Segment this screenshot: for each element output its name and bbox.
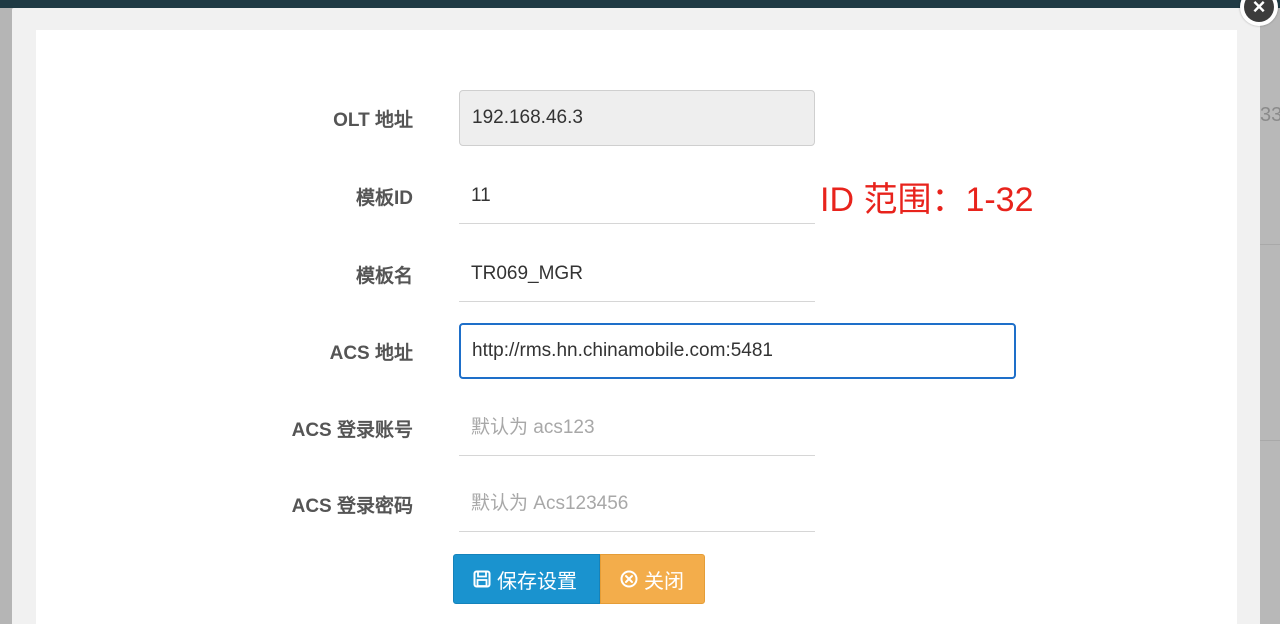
form-row-template-name: 模板名 [0,246,1280,306]
form-row-acs-password: ACS 登录密码 [0,476,1280,536]
acs-account-label: ACS 登录账号 [291,419,413,441]
save-settings-button[interactable]: 保存设置 [453,554,600,604]
olt-address-field[interactable] [459,90,815,146]
close-button[interactable]: 关闭 [600,554,705,604]
form-row-acs-address: ACS 地址 [0,323,1280,383]
olt-address-label: OLT 地址 [333,109,413,131]
form-actions: 保存设置 关闭 [453,554,705,604]
acs-account-field[interactable] [459,400,815,456]
template-name-field[interactable] [459,246,815,302]
form-row-olt-address: OLT 地址 [0,90,1280,150]
template-id-label: 模板ID [355,187,413,209]
form-row-template-id: 模板ID ID 范围：1-32 [0,168,1280,228]
close-icon: × [1244,0,1274,22]
acs-password-field[interactable] [459,476,815,532]
acs-address-field[interactable] [459,323,1016,379]
template-id-field[interactable] [459,168,815,224]
save-icon [473,570,491,588]
acs-password-label: ACS 登录密码 [291,495,413,517]
template-name-label: 模板名 [355,265,413,287]
page-header-bar [0,0,1280,8]
close-label: 关闭 [644,570,684,593]
save-settings-label: 保存设置 [497,570,577,593]
acs-address-label: ACS 地址 [329,342,413,364]
close-circle-icon [620,570,638,588]
template-id-hint: ID 范围：1-32 [820,180,1034,219]
form-row-acs-account: ACS 登录账号 [0,400,1280,460]
